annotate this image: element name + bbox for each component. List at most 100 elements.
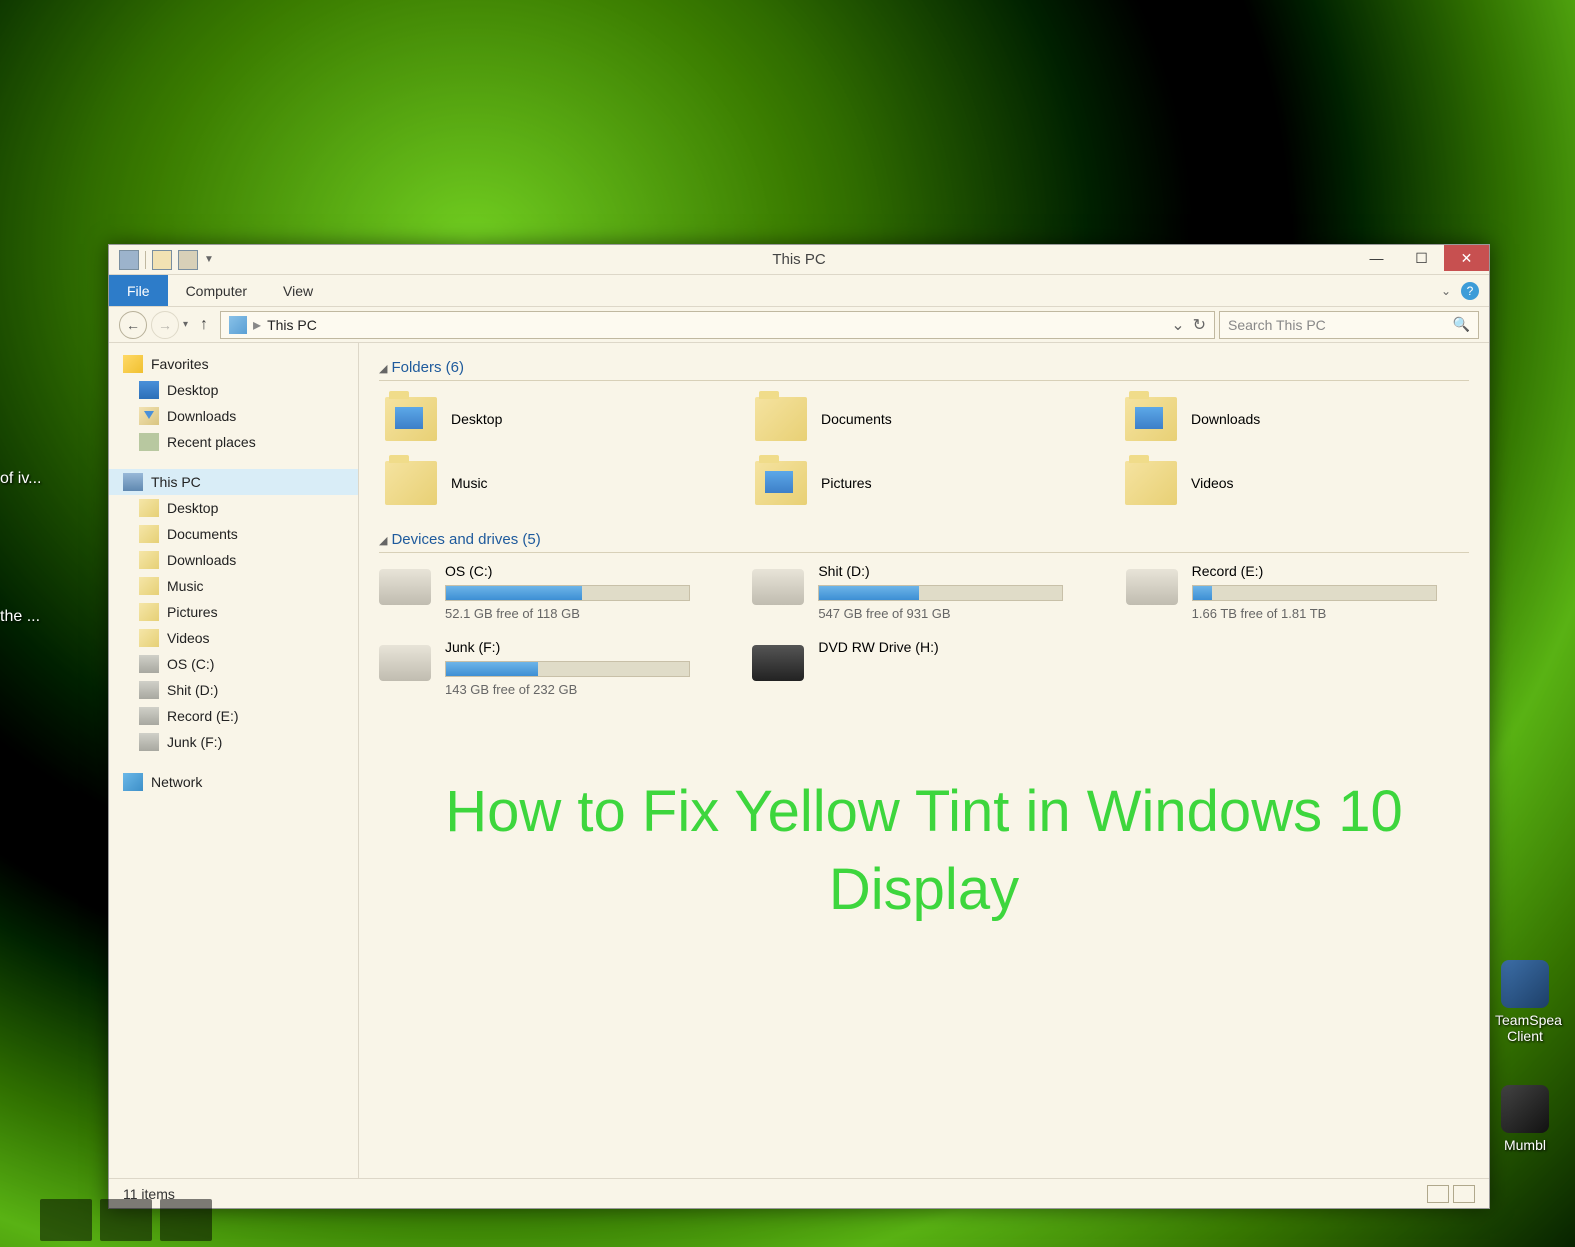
sidebar-item[interactable]: Downloads: [109, 547, 358, 573]
help-icon[interactable]: ?: [1461, 282, 1479, 300]
drive-name: Shit (D:): [818, 563, 1095, 579]
taskbar-button[interactable]: [160, 1199, 212, 1241]
drive-icon: [379, 569, 431, 605]
titlebar[interactable]: ▼ This PC — ☐ ✕: [109, 245, 1489, 275]
folder-icon: [139, 499, 159, 517]
taskbar: [40, 1199, 212, 1241]
tab-computer[interactable]: Computer: [168, 275, 265, 306]
tab-view[interactable]: View: [265, 275, 331, 306]
search-icon: 🔍: [1453, 316, 1470, 333]
sidebar-item[interactable]: OS (C:): [109, 651, 358, 677]
drive-item[interactable]: DVD RW Drive (H:): [752, 639, 1095, 697]
folder-icon: [755, 397, 807, 441]
desktop-icon-teamspeak[interactable]: TeamSpea Client: [1495, 960, 1555, 1044]
folder-label: Videos: [1191, 475, 1234, 491]
back-button[interactable]: ←: [119, 311, 147, 339]
drive-capacity-bar: [445, 585, 690, 601]
breadcrumb-bar[interactable]: ▸ This PC ⌄ ↻: [220, 311, 1215, 339]
drive-icon: [1126, 569, 1178, 605]
close-button[interactable]: ✕: [1444, 245, 1489, 271]
maximize-button[interactable]: ☐: [1399, 245, 1444, 271]
status-bar: 11 items: [109, 1178, 1489, 1208]
folder-icon: [139, 629, 159, 647]
sidebar-item[interactable]: Junk (F:): [109, 729, 358, 755]
view-details-button[interactable]: [1427, 1185, 1449, 1203]
folder-icon: [1125, 397, 1177, 441]
app-icon[interactable]: [119, 250, 139, 270]
ribbon-expand-icon[interactable]: ⌄: [1441, 284, 1451, 298]
drive-free-text: 143 GB free of 232 GB: [445, 682, 722, 697]
sidebar-favorites[interactable]: Favorites: [109, 351, 358, 377]
sidebar-item[interactable]: Pictures: [109, 599, 358, 625]
view-tiles-button[interactable]: [1453, 1185, 1475, 1203]
drive-icon: [752, 569, 804, 605]
refresh-icon[interactable]: ↻: [1193, 315, 1206, 335]
sidebar-item[interactable]: Music: [109, 573, 358, 599]
drive-item[interactable]: Shit (D:)547 GB free of 931 GB: [752, 563, 1095, 621]
group-header-folders[interactable]: ◢Folders (6): [379, 359, 1469, 381]
drive-item[interactable]: OS (C:)52.1 GB free of 118 GB: [379, 563, 722, 621]
sidebar-item-recent[interactable]: Recent places: [109, 429, 358, 455]
sidebar-item[interactable]: Desktop: [109, 495, 358, 521]
drive-capacity-bar: [1192, 585, 1437, 601]
network-icon: [123, 773, 143, 791]
folder-label: Documents: [821, 411, 892, 427]
folder-item[interactable]: Videos: [1119, 455, 1469, 511]
drive-icon: [139, 681, 159, 699]
recent-icon: [139, 433, 159, 451]
sidebar-item[interactable]: Videos: [109, 625, 358, 651]
drive-item[interactable]: Record (E:)1.66 TB free of 1.81 TB: [1126, 563, 1469, 621]
sidebar-item[interactable]: Record (E:): [109, 703, 358, 729]
drive-icon: [379, 645, 431, 681]
folder-item[interactable]: Documents: [749, 391, 1099, 447]
window-title: This PC: [109, 251, 1489, 268]
folder-icon: [139, 577, 159, 595]
content-pane[interactable]: ◢Folders (6) Desktop Documents Downloads Mu…: [359, 343, 1489, 1178]
taskbar-button[interactable]: [100, 1199, 152, 1241]
qat-properties-icon[interactable]: [152, 250, 172, 270]
folder-label: Desktop: [451, 411, 502, 427]
drive-name: Junk (F:): [445, 639, 722, 655]
folder-item[interactable]: Music: [379, 455, 729, 511]
taskbar-button[interactable]: [40, 1199, 92, 1241]
tab-file[interactable]: File: [109, 275, 168, 306]
sidebar-this-pc[interactable]: This PC: [109, 469, 358, 495]
folder-icon: [385, 397, 437, 441]
breadcrumb-chevron-icon[interactable]: ⌄: [1171, 315, 1184, 335]
desktop-icon-label[interactable]: of iv...: [0, 470, 42, 488]
dvd-icon: [752, 645, 804, 681]
minimize-button[interactable]: —: [1354, 245, 1399, 271]
desktop-icon-label[interactable]: the ...: [0, 608, 40, 626]
drive-icon: [139, 655, 159, 673]
folder-item[interactable]: Downloads: [1119, 391, 1469, 447]
group-header-drives[interactable]: ◢Devices and drives (5): [379, 531, 1469, 553]
sidebar-network[interactable]: Network: [109, 769, 358, 795]
desktop-icon-mumble[interactable]: Mumbl: [1495, 1085, 1555, 1153]
drive-icon: [139, 733, 159, 751]
drive-icon: [139, 707, 159, 725]
folder-item[interactable]: Desktop: [379, 391, 729, 447]
sidebar-item-downloads[interactable]: Downloads: [109, 403, 358, 429]
ribbon: File Computer View ⌄ ?: [109, 275, 1489, 307]
up-button[interactable]: ↑: [192, 313, 216, 337]
search-input[interactable]: Search This PC 🔍: [1219, 311, 1479, 339]
drive-capacity-bar: [445, 661, 690, 677]
folder-icon: [755, 461, 807, 505]
breadcrumb-text[interactable]: This PC: [267, 317, 317, 333]
qat-chevron-icon[interactable]: ▼: [204, 254, 214, 265]
explorer-window: ▼ This PC — ☐ ✕ File Computer View ⌄ ? ←…: [108, 244, 1490, 1209]
drive-item[interactable]: Junk (F:) 143 GB free of 232 GB: [379, 639, 722, 697]
folder-item[interactable]: Pictures: [749, 455, 1099, 511]
forward-button[interactable]: →: [151, 311, 179, 339]
history-chevron-icon[interactable]: ▾: [183, 319, 188, 330]
sidebar-item-desktop[interactable]: Desktop: [109, 377, 358, 403]
sidebar-item[interactable]: Shit (D:): [109, 677, 358, 703]
folder-icon: [139, 603, 159, 621]
folder-label: Music: [451, 475, 488, 491]
qat-newfolder-icon[interactable]: [178, 250, 198, 270]
folder-icon: [1125, 461, 1177, 505]
folder-label: Pictures: [821, 475, 872, 491]
drive-free-text: 52.1 GB free of 118 GB: [445, 606, 722, 621]
folder-icon: [139, 525, 159, 543]
sidebar-item[interactable]: Documents: [109, 521, 358, 547]
